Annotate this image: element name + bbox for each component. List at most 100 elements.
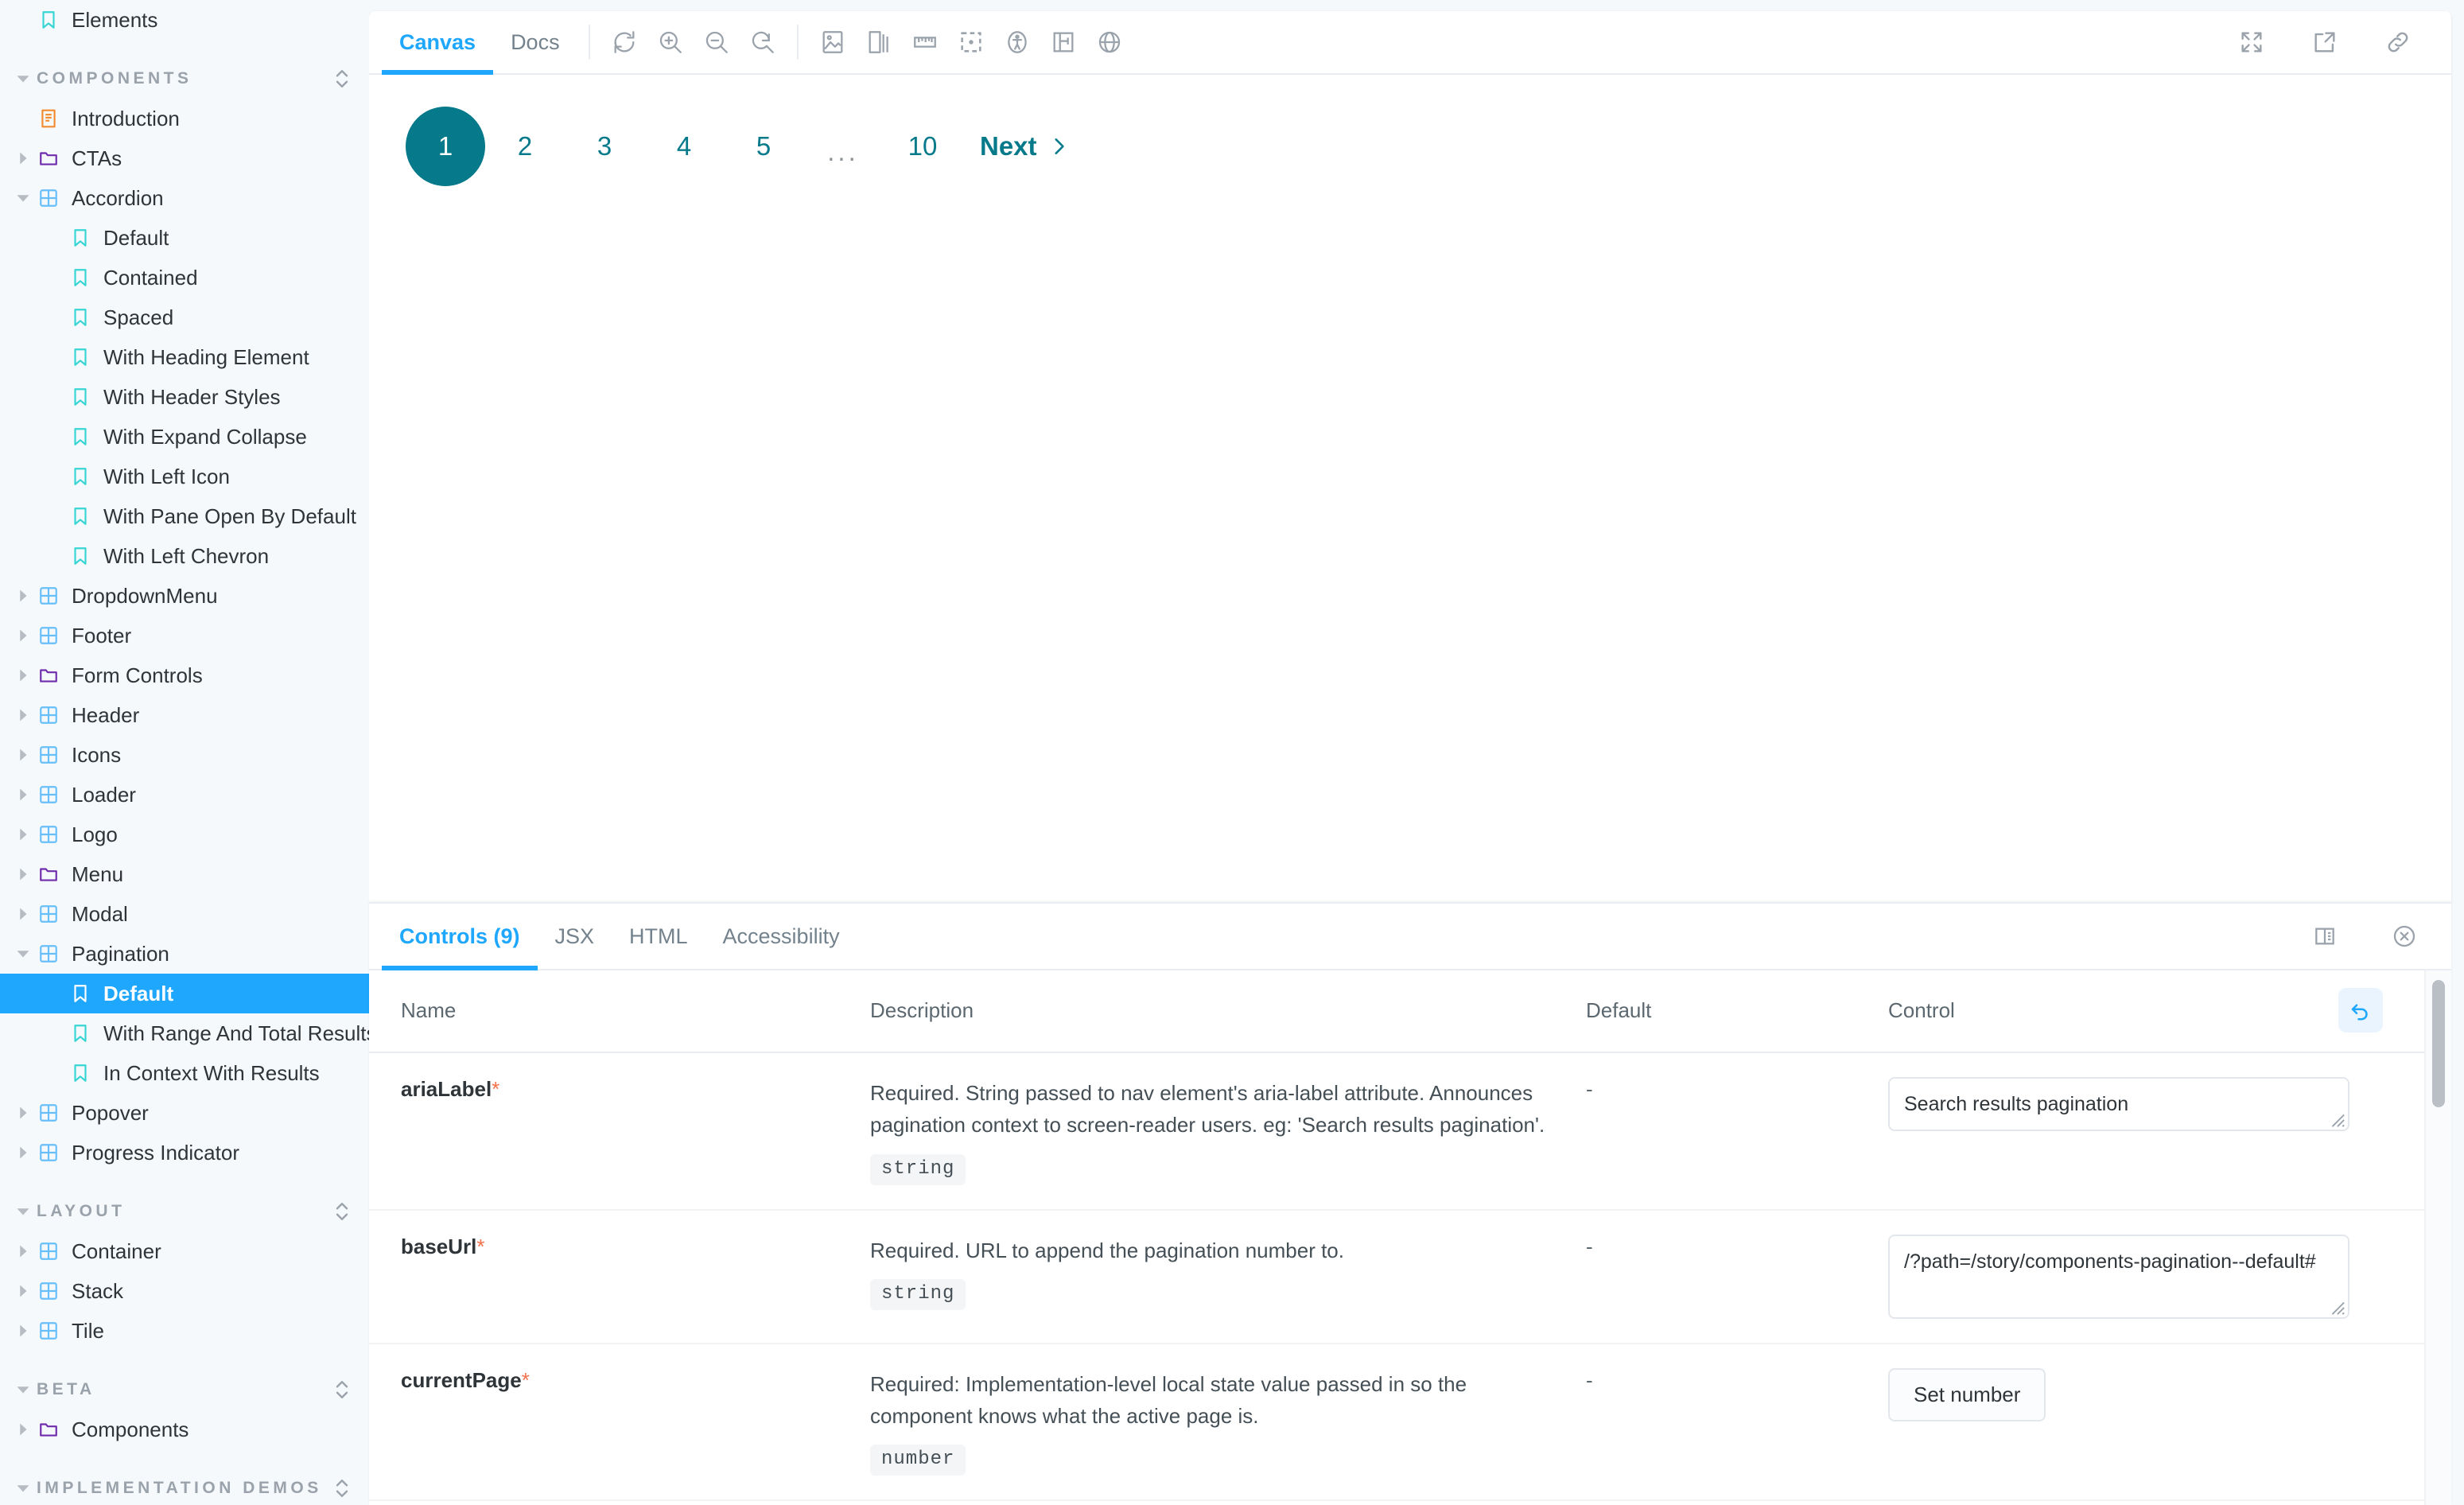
sidebar-item-with-header-styles[interactable]: With Header Styles [0,377,369,417]
expand-collapse-icon[interactable] [332,1378,352,1402]
pagination-page-5[interactable]: 5 [724,107,803,186]
sidebar-item-default[interactable]: Default [0,974,369,1013]
sidebar-item-progress-indicator[interactable]: Progress Indicator [0,1133,369,1172]
controls-scrollbar-thumb[interactable] [2432,980,2445,1107]
control-textarea-baseUrl[interactable]: /?path=/story/components-pagination--def… [1888,1235,2349,1319]
sidebar-item-with-left-icon[interactable]: With Left Icon [0,457,369,496]
twisty-right-icon[interactable] [14,668,32,682]
expand-collapse-icon[interactable] [332,1476,352,1500]
twisty-right-icon[interactable] [14,1324,32,1338]
sidebar-item-with-left-chevron[interactable]: With Left Chevron [0,536,369,576]
sidebar-section-implementation-demos[interactable]: IMPLEMENTATION DEMOS [0,1468,369,1505]
sidebar-item-elements[interactable]: Elements [0,0,369,40]
sidebar-item-form-controls[interactable]: Form Controls [0,655,369,695]
main-area: Canvas Docs [369,0,2464,1505]
sidebar-item-accordion[interactable]: Accordion [0,178,369,218]
outline-icon[interactable] [948,19,994,65]
sidebar-item-with-expand-collapse[interactable]: With Expand Collapse [0,417,369,457]
reset-controls-icon[interactable] [2338,988,2383,1032]
close-panel-icon[interactable] [2381,913,2427,959]
sidebar-item-contained[interactable]: Contained [0,258,369,298]
cell-default: - [1586,1210,1888,1344]
tab-jsx[interactable]: JSX [538,904,612,969]
sidebar-item-container[interactable]: Container [0,1231,369,1271]
control-textarea-ariaLabel[interactable]: Search results pagination [1888,1077,2349,1131]
sidebar-item-stack[interactable]: Stack [0,1271,369,1311]
sidebar-item-modal[interactable]: Modal [0,894,369,934]
sidebar-item-loader[interactable]: Loader [0,775,369,815]
twisty-right-icon[interactable] [14,1284,32,1298]
sidebar-section-components[interactable]: COMPONENTS [0,59,369,99]
twisty-right-icon[interactable] [14,628,32,643]
remount-icon[interactable] [601,19,647,65]
tab-controls[interactable]: Controls (9) [382,904,538,969]
open-new-tab-icon[interactable] [2302,19,2348,65]
tab-accessibility[interactable]: Accessibility [705,904,857,969]
twisty-right-icon[interactable] [14,589,32,603]
twisty-right-icon[interactable] [14,1145,32,1160]
viewport-icon[interactable] [1040,19,1086,65]
tab-html[interactable]: HTML [612,904,705,969]
twisty-right-icon[interactable] [14,867,32,881]
twisty-right-icon[interactable] [14,151,32,165]
globe-icon[interactable] [1086,19,1133,65]
twisty-right-icon[interactable] [14,1244,32,1258]
sidebar-item-dropdownmenu[interactable]: DropdownMenu [0,576,369,616]
zoom-out-icon[interactable] [694,19,740,65]
sidebar-item-introduction[interactable]: Introduction [0,99,369,138]
twisty-down-icon[interactable] [14,191,32,205]
panel-position-icon[interactable] [2302,913,2348,959]
sidebar-item-in-context-with-results[interactable]: In Context With Results [0,1053,369,1093]
twisty-right-icon[interactable] [14,907,32,921]
copy-link-icon[interactable] [2375,19,2421,65]
sidebar-item-tile[interactable]: Tile [0,1311,369,1351]
col-header-default: Default [1586,970,1888,1052]
measure-icon[interactable] [902,19,948,65]
sidebar-item-menu[interactable]: Menu [0,854,369,894]
twisty-right-icon[interactable] [14,1422,32,1437]
controls-scrollbar-track[interactable] [2424,970,2451,1505]
sidebar-item-footer[interactable]: Footer [0,616,369,655]
pagination-page-1[interactable]: 1 [406,107,485,186]
twisty-right-icon[interactable] [14,788,32,802]
grid-icon[interactable] [856,19,902,65]
sidebar-item-with-pane-open-by-default[interactable]: With Pane Open By Default [0,496,369,536]
pagination-page-4[interactable]: 4 [644,107,724,186]
twisty-right-icon[interactable] [14,708,32,722]
cell-prop-name: onPageChange* [369,1500,870,1505]
sidebar-item-spaced[interactable]: Spaced [0,298,369,337]
twisty-right-icon[interactable] [14,748,32,762]
sidebar-item-ctas[interactable]: CTAs [0,138,369,178]
control-set-number-button[interactable]: Set number [1888,1368,2046,1421]
zoom-reset-icon[interactable] [740,19,786,65]
zoom-in-icon[interactable] [647,19,694,65]
background-icon[interactable] [810,19,856,65]
accessibility-icon[interactable] [994,19,1040,65]
component-icon [35,745,62,765]
sidebar-item-logo[interactable]: Logo [0,815,369,854]
required-marker: * [476,1235,484,1258]
twisty-right-icon[interactable] [14,1106,32,1120]
twisty-right-icon[interactable] [14,827,32,842]
sidebar-item-pagination[interactable]: Pagination [0,934,369,974]
section-twisty-icon [14,1382,32,1397]
sidebar-section-layout[interactable]: LAYOUT [0,1192,369,1231]
expand-collapse-icon[interactable] [332,1200,352,1223]
tab-docs[interactable]: Docs [493,11,577,73]
pagination-page-2[interactable]: 2 [485,107,565,186]
sidebar-item-components[interactable]: Components [0,1410,369,1449]
sidebar-item-default[interactable]: Default [0,218,369,258]
sidebar-item-popover[interactable]: Popover [0,1093,369,1133]
pagination-page-3[interactable]: 3 [565,107,644,186]
pagination-page-last[interactable]: 10 [883,107,962,186]
expand-collapse-icon[interactable] [332,67,352,91]
sidebar-item-icons[interactable]: Icons [0,735,369,775]
sidebar-item-with-heading-element[interactable]: With Heading Element [0,337,369,377]
sidebar-item-header[interactable]: Header [0,695,369,735]
fullscreen-icon[interactable] [2229,19,2275,65]
pagination-next-button[interactable]: Next [962,107,1086,186]
sidebar-item-with-range-and-total-results[interactable]: With Range And Total Results [0,1013,369,1053]
tab-canvas[interactable]: Canvas [382,11,493,73]
twisty-down-icon[interactable] [14,947,32,961]
sidebar-section-beta[interactable]: BETA [0,1370,369,1410]
